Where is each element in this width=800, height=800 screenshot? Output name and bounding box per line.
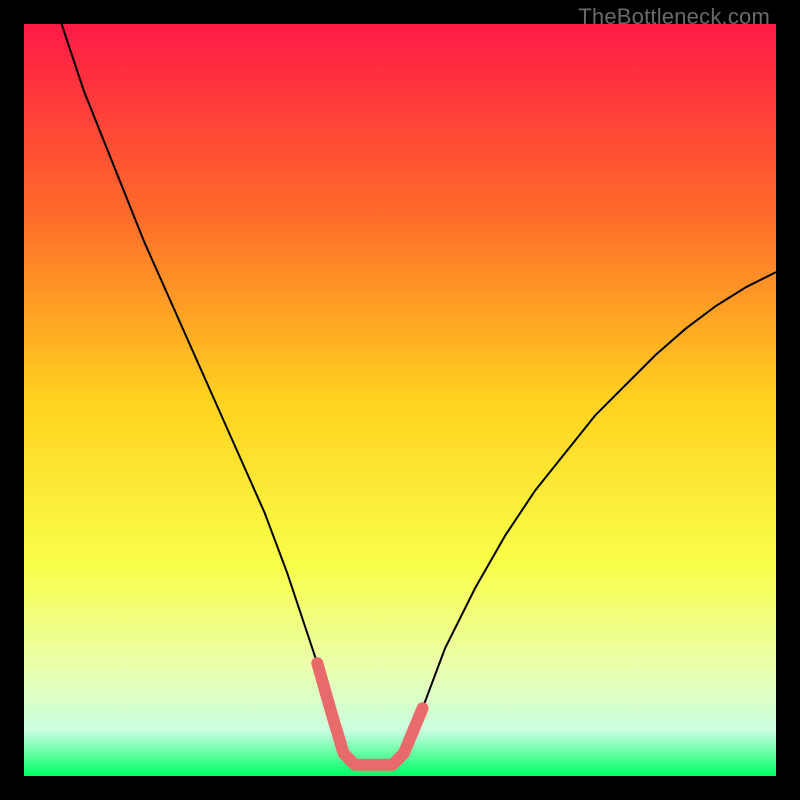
chart-canvas (24, 24, 776, 776)
chart-frame: TheBottleneck.com (0, 0, 800, 800)
plot-area (24, 24, 776, 776)
watermark-text: TheBottleneck.com (578, 4, 770, 30)
gradient-background (24, 24, 776, 776)
